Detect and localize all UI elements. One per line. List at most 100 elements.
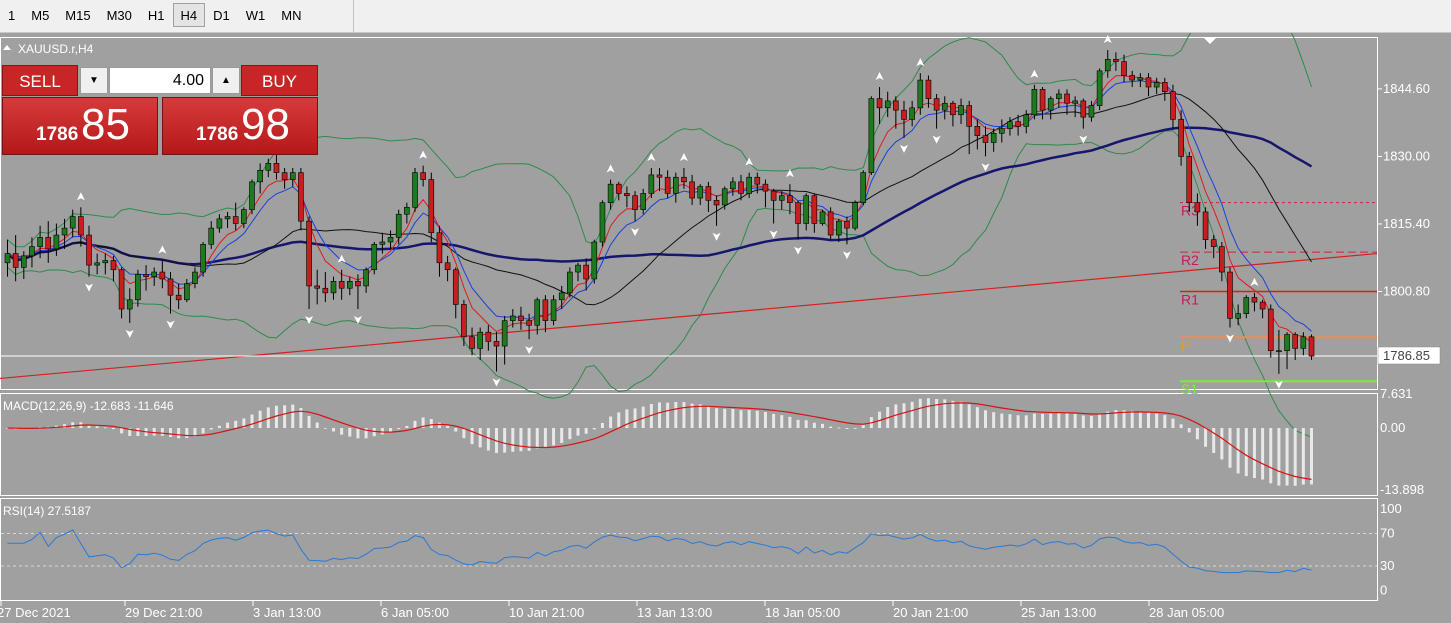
sell-price-button[interactable]: 1786 85 [2,97,158,155]
macd-histogram-bar [1065,413,1069,429]
macd-histogram-bar [568,428,572,440]
bull-candle [249,181,255,210]
macd-histogram-bar [1049,413,1053,429]
bull-candle [640,193,647,210]
bull-candle [404,206,410,215]
timeframe-d1[interactable]: D1 [205,3,238,27]
bear-candle [1178,119,1184,157]
macd-histogram-bar [1073,413,1077,429]
macd-histogram-bar [682,402,686,429]
macd-histogram-bar [1163,415,1167,429]
volume-increase-button[interactable]: ▲ [212,67,240,94]
bull-candle [958,105,964,116]
bear-candle [1251,297,1258,303]
time-tick-label: 28 Jan 05:00 [1149,605,1224,620]
bull-candle [697,186,704,199]
bear-candle [982,135,989,143]
bull-candle [151,271,157,277]
timeframe-w1[interactable]: W1 [238,3,274,27]
macd-histogram-bar [446,426,450,429]
volume-decrease-button[interactable]: ▼ [80,67,108,94]
macd-histogram-bar [894,404,898,429]
macd-histogram-bar [617,412,621,429]
bear-candle [901,109,907,120]
macd-histogram-bar [829,426,833,429]
bull-candle [69,216,76,229]
macd-histogram-bar [600,422,604,429]
bear-candle [1129,75,1135,81]
bull-candle [1007,121,1013,129]
bull-candle [1243,297,1250,314]
bear-candle [444,262,451,271]
macd-histogram-bar [1041,413,1045,429]
buy-button[interactable]: BUY [241,65,318,96]
sell-button[interactable]: SELL [2,65,78,96]
timeframe-buttons: 1 M5 M15 M30 H1 H4 D1 W1 MN [0,3,309,27]
macd-histogram-bar [755,410,759,429]
bear-candle [118,269,125,310]
bear-candle [78,216,84,236]
bear-candle [689,181,695,199]
time-tick-label: 18 Jan 05:00 [765,605,840,620]
timeframe-mn[interactable]: MN [273,3,309,27]
macd-histogram-bar [315,422,319,429]
bear-candle [86,234,92,266]
macd-histogram-bar [1187,428,1191,433]
bear-candle [656,174,663,178]
macd-histogram-bar [1000,413,1004,429]
macd-histogram-bar [503,428,507,453]
macd-histogram-bar [201,428,205,434]
bear-candle [542,299,549,321]
macd-histogram-bar [747,410,751,429]
macd-histogram-bar [177,428,181,439]
macd-histogram-bar [470,428,474,445]
macd-histogram-bar [1089,416,1093,429]
macd-histogram-bar [739,410,743,429]
buy-price-button[interactable]: 1786 98 [162,97,318,155]
timeframe-h1[interactable]: H1 [140,3,173,27]
time-tick-label: 13 Jan 13:00 [637,605,712,620]
bull-candle [192,271,198,284]
bear-candle [1194,202,1201,213]
timeframe-h4[interactable]: H4 [172,3,206,27]
bear-candle [469,336,475,349]
timeframe-1[interactable]: 1 [0,3,23,27]
bear-candle [298,172,304,222]
bear-candle [681,176,687,183]
timeframe-m30[interactable]: M30 [99,3,140,27]
volume-input[interactable]: 4.00 [109,67,211,94]
macd-histogram-bar [975,407,979,429]
bear-candle [1227,271,1233,319]
bear-candle [1015,121,1021,127]
macd-histogram-bar [804,420,808,429]
bull-candle [4,253,11,264]
macd-histogram-bar [1204,428,1208,447]
bear-candle [314,285,321,289]
bull-candle [1137,77,1144,81]
macd-histogram-bar [323,428,327,429]
bull-candle [257,169,263,183]
bull-candle [241,209,247,224]
macd-histogram-bar [372,428,376,437]
bull-candle [1276,350,1282,352]
rsi-tick-label: 0 [1380,583,1387,598]
timeframe-m15[interactable]: M15 [57,3,98,27]
macd-histogram-bar [910,401,914,429]
macd-histogram-bar [837,427,841,429]
macd-histogram-bar [658,402,661,429]
macd-histogram-bar [1098,413,1102,429]
timeframe-m5[interactable]: M5 [23,3,57,27]
macd-histogram-bar [1057,412,1061,429]
bear-candle [355,281,361,287]
bull-candle [126,299,133,310]
macd-histogram-bar [209,428,213,430]
bear-candle [1202,211,1209,240]
bear-candle [1064,93,1070,104]
macd-histogram-bar [698,404,702,429]
macd-histogram-bar [772,413,776,429]
macd-histogram-bar [592,428,596,430]
bull-candle [387,237,394,243]
macd-histogram-bar [1147,412,1150,429]
macd-histogram-bar [1024,415,1028,429]
macd-tick-label: -13.898 [1380,482,1424,497]
